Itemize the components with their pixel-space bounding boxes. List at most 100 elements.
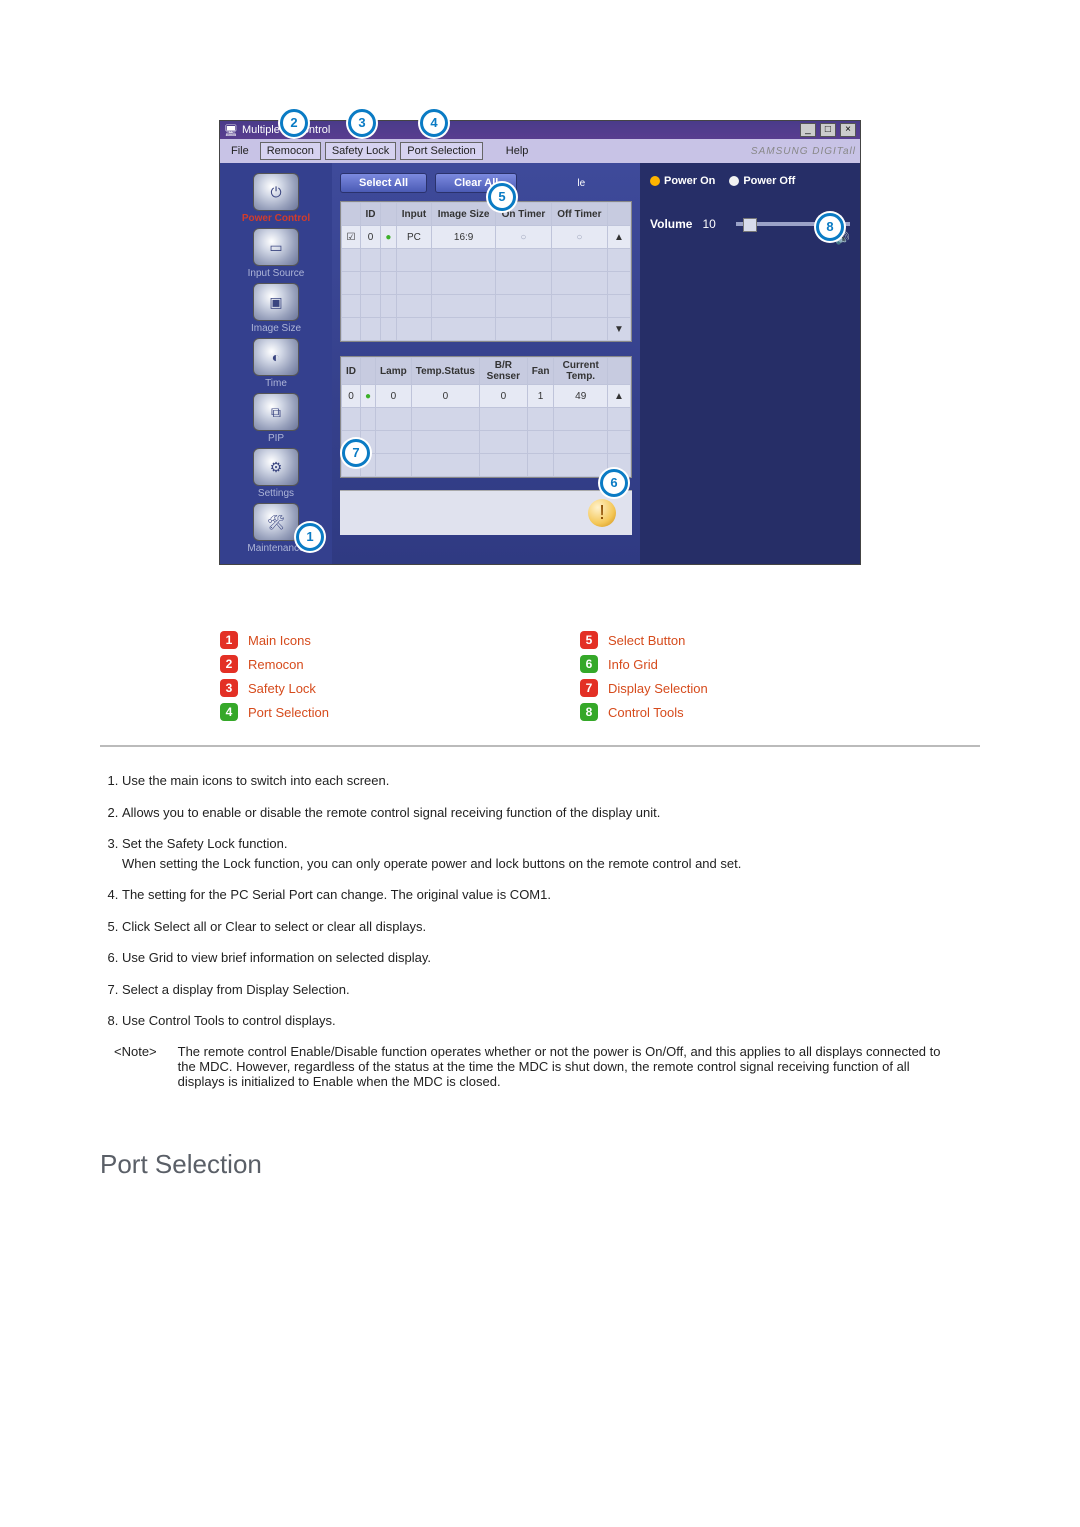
divider [100,745,980,747]
sidebar-item-pip[interactable]: ⧉ PIP [226,393,326,444]
sidebar-item-input-source[interactable]: ▭ Input Source [226,228,326,279]
legend: 1Main Icons 2 Remocon 3 Safety Lock 4 Port Sel… [220,625,860,727]
callout-5: 5 [488,183,516,211]
menu-help[interactable]: Help [499,142,536,160]
display-selection-grid[interactable]: IDLampTemp.StatusB/R SenserFanCurrent Te… [340,356,632,478]
note-text: The remote control Enable/Disable functi… [178,1044,958,1089]
info-grid-row[interactable] [342,295,631,318]
close-button[interactable]: × [840,123,856,137]
legend-item-3: 3 Safety Lock [220,679,500,697]
sidebar-icon: ◐ [253,338,299,376]
volume-value: 10 [702,217,715,231]
menu-port-selection[interactable]: Port Selection [400,142,482,160]
sidebar-icon: ⚙ [253,448,299,486]
legend-item-8: 8 Control Tools [580,703,860,721]
status-bar: ! [340,490,632,535]
menu-bar: File Remocon Safety Lock Port Selection … [220,139,860,163]
info-grid-row[interactable]: ▼ [342,318,631,341]
section-title-port-selection: Port Selection [100,1149,980,1180]
info-grid-row[interactable]: ☑ 0 ● PC 16:9 ○ ○ ▲ [342,226,631,249]
legend-label: Remocon [248,657,304,672]
volume-label: Volume [650,217,692,231]
display-grid-row[interactable] [342,454,631,477]
legend-label: Select Button [608,633,685,648]
callout-7: 7 [342,439,370,467]
callout-2: 2 [280,109,308,137]
note-item: Use the main icons to switch into each s… [122,771,980,791]
sidebar-item-time[interactable]: ◐ Time [226,338,326,389]
sidebar-icon: ⧉ [253,393,299,431]
menu-safety-lock[interactable]: Safety Lock [325,142,396,160]
sidebar-icon: ⏻ [253,173,299,211]
note-label: <Note> [114,1044,174,1059]
legend-bullet: 4 [220,703,238,721]
notes-list: Use the main icons to switch into each s… [100,771,980,1031]
legend-label: Info Grid [608,657,658,672]
maximize-button[interactable]: □ [820,123,836,137]
note-block: <Note> The remote control Enable/Disable… [114,1044,980,1089]
legend-bullet: 2 [220,655,238,673]
callout-8: 8 [816,213,844,241]
legend-label: Control Tools [608,705,684,720]
legend-item-2: 2 Remocon [220,655,500,673]
power-on-radio[interactable]: Power On [650,175,715,187]
sidebar-icon: 🛠 [253,503,299,541]
sidebar-item-label: Settings [226,488,326,499]
app-icon: 🖥 [224,124,238,137]
power-off-radio[interactable]: Power Off [729,175,795,187]
sidebar-item-label: Power Control [226,213,326,224]
legend-item-6: 6 Info Grid [580,655,860,673]
info-grid-row[interactable] [342,272,631,295]
sidebar-icon: ▣ [253,283,299,321]
legend-bullet: 1 [220,631,238,649]
info-grid[interactable]: IDInputImage SizeOn TimerOff Timer ☑ 0 ●… [340,201,632,342]
note-item: The setting for the PC Serial Port can c… [122,885,980,905]
sidebar-item-power-control[interactable]: ⏻ Power Control [226,173,326,224]
note-item: Select a display from Display Selection. [122,980,980,1000]
sidebar-item-image-size[interactable]: ▣ Image Size [226,283,326,334]
legend-label: Safety Lock [248,681,316,696]
callout-4: 4 [420,109,448,137]
sidebar-item-label: PIP [226,433,326,444]
note-item: Set the Safety Lock function.When settin… [122,834,980,873]
display-grid-row[interactable] [342,408,631,431]
legend-label: Display Selection [608,681,708,696]
legend-bullet: 5 [580,631,598,649]
window-title-bar: 🖥 Multiple D Control _ □ × [220,121,860,139]
window-controls: _ □ × [799,123,856,137]
menu-remocon[interactable]: Remocon [260,142,321,160]
select-all-button[interactable]: Select All [340,173,427,193]
sidebar: ⏻ Power Control ▭ Input Source ▣ Image Size ◐ T… [220,163,332,564]
callout-3: 3 [348,109,376,137]
mdc-app-window: 🖥 Multiple D Control _ □ × File Remocon … [219,120,861,565]
sidebar-item-settings[interactable]: ⚙ Settings [226,448,326,499]
legend-item-5: 5 Select Button [580,631,860,649]
legend-bullet: 6 [580,655,598,673]
minimize-button[interactable]: _ [800,123,816,137]
legend-bullet: 3 [220,679,238,697]
legend-item-7: 7 Display Selection [580,679,860,697]
warning-icon: ! [588,499,616,527]
note-item: Use Control Tools to control displays. [122,1011,980,1031]
callout-6: 6 [600,469,628,497]
callout-1: 1 [296,523,324,551]
legend-bullet: 8 [580,703,598,721]
le-suffix-label: le [577,178,585,189]
legend-item-4: 4 Port Selection [220,703,500,721]
sidebar-item-label: Image Size [226,323,326,334]
note-item: Allows you to enable or disable the remo… [122,803,980,823]
note-item: Click Select all or Clear to select or c… [122,917,980,937]
sidebar-item-label: Time [226,378,326,389]
menu-file[interactable]: File [224,142,256,160]
sidebar-item-label: Input Source [226,268,326,279]
info-grid-row[interactable] [342,249,631,272]
legend-item-1: 1Main Icons [220,631,500,649]
legend-label: Port Selection [248,705,329,720]
legend-bullet: 7 [580,679,598,697]
display-grid-row[interactable] [342,431,631,454]
display-grid-row[interactable]: 0 ● 0 0 0 1 49 ▲ [342,385,631,408]
note-item: Use Grid to view brief information on se… [122,948,980,968]
brand-label: SAMSUNG DIGITall [751,146,856,157]
sidebar-icon: ▭ [253,228,299,266]
main-panel: Select All Clear All le IDInputImage Siz… [332,163,640,564]
